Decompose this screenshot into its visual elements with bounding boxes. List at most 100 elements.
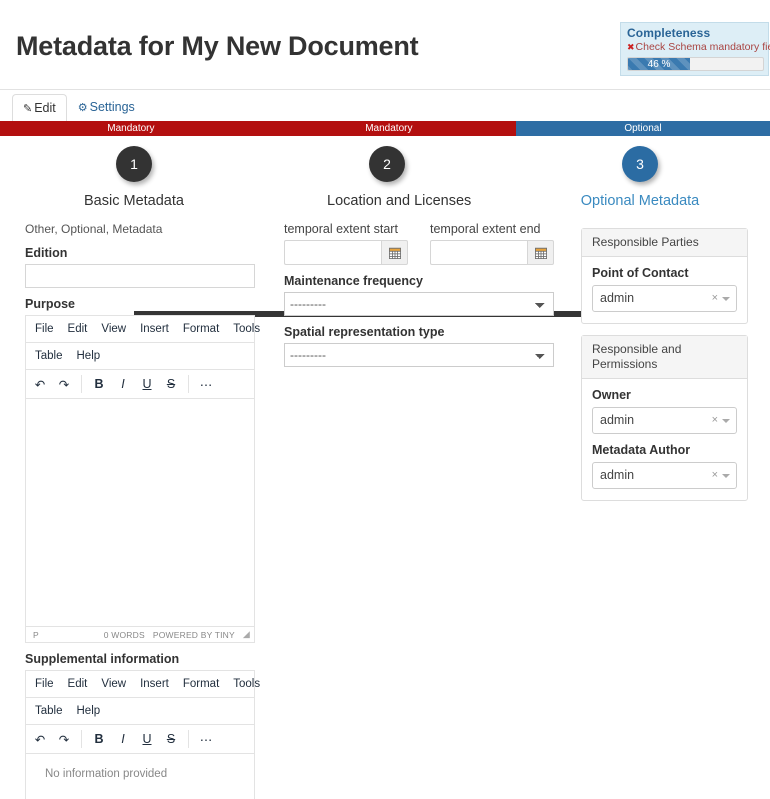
left-form-column: Other, Optional, Metadata Edition Purpos… <box>25 222 260 799</box>
strikethrough-icon-2[interactable]: S <box>159 728 183 750</box>
spatial-representation-type-select[interactable]: --------- <box>284 343 554 367</box>
temporal-extent-start-label: temporal extent start <box>284 222 398 236</box>
strikethrough-icon[interactable]: S <box>159 373 183 395</box>
point-of-contact-label: Point of Contact <box>592 266 689 280</box>
chevron-down-icon-author[interactable] <box>722 474 730 478</box>
menu-table-2[interactable]: Table <box>28 700 70 722</box>
purpose-label: Purpose <box>25 297 76 311</box>
more-options-icon[interactable]: ⋯ <box>194 373 218 395</box>
menu-insert[interactable]: Insert <box>133 318 176 340</box>
menu-tools-2[interactable]: Tools <box>226 673 267 695</box>
editor2-menubar: File Edit View Insert Format Tools <box>26 671 260 698</box>
editor-status-bar: P 0 WORDS POWERED BY TINY ◢ <box>26 626 254 642</box>
menu-format-2[interactable]: Format <box>176 673 226 695</box>
responsible-and-permissions-card-title: Responsible and Permissions <box>582 336 747 379</box>
editor-word-count: 0 WORDS <box>103 629 145 640</box>
strip-segment-mandatory-1: Mandatory <box>0 121 262 136</box>
responsible-and-permissions-card: Responsible and Permissions Owner admin … <box>581 335 748 501</box>
supplemental-rich-text-editor[interactable]: File Edit View Insert Format Tools Table… <box>25 670 260 799</box>
calendar-icon-2[interactable] <box>527 240 554 265</box>
toolbar2-divider-2 <box>188 730 189 748</box>
tab-bar: ✎ Edit ⚙ Settings <box>12 93 146 124</box>
completeness-panel: Completeness ✖Check Schema mandatory fie… <box>620 22 770 76</box>
menu-edit[interactable]: Edit <box>61 318 95 340</box>
edition-input[interactable] <box>25 264 255 288</box>
redo-icon-2[interactable]: ↷ <box>52 728 76 750</box>
editor-resize-handle[interactable]: ◢ <box>243 629 250 640</box>
menu-view[interactable]: View <box>94 318 133 340</box>
chevron-down-icon[interactable] <box>722 297 730 301</box>
editor-menubar-second: Table Help <box>26 343 254 370</box>
metadata-author-value: admin <box>600 468 635 482</box>
menu-view-2[interactable]: View <box>94 673 133 695</box>
owner-select[interactable]: admin × <box>592 407 737 434</box>
step-2-circle[interactable]: 2 <box>369 146 405 182</box>
clear-icon-author[interactable]: × <box>712 463 718 488</box>
menu-help-2[interactable]: Help <box>70 700 108 722</box>
temporal-extent-end-input[interactable] <box>430 240 527 265</box>
point-of-contact-select[interactable]: admin × <box>592 285 737 312</box>
responsible-parties-card: Responsible Parties Point of Contact adm… <box>581 228 748 324</box>
purpose-rich-text-editor[interactable]: File Edit View Insert Format Tools Table… <box>25 315 260 643</box>
redo-icon[interactable]: ↷ <box>52 373 76 395</box>
editor-status-right: 0 WORDS POWERED BY TINY ◢ <box>104 629 250 640</box>
menu-tools[interactable]: Tools <box>226 318 267 340</box>
check-schema-mandatory-fields-link[interactable]: ✖Check Schema mandatory fields <box>627 41 770 54</box>
italic-icon[interactable]: I <box>111 373 135 395</box>
responsible-parties-card-body: Point of Contact admin × <box>582 257 747 323</box>
check-schema-label: Check Schema mandatory fields <box>635 41 770 53</box>
point-of-contact-value: admin <box>600 291 635 305</box>
tab-settings-label: Settings <box>89 100 135 114</box>
metadata-author-label: Metadata Author <box>592 443 691 457</box>
supplemental-editor-body[interactable]: No information provided <box>26 754 254 799</box>
editor2-menubar-row-1: File Edit View Insert Format Tools <box>28 673 260 695</box>
more-options-icon-2[interactable]: ⋯ <box>194 728 218 750</box>
wizard-step-3[interactable]: 3 Optional Metadata <box>580 146 700 209</box>
menu-format[interactable]: Format <box>176 318 226 340</box>
metadata-author-select[interactable]: admin × <box>592 462 737 489</box>
bold-icon[interactable]: B <box>87 373 111 395</box>
owner-value: admin <box>600 413 635 427</box>
undo-icon-2[interactable]: ↶ <box>28 728 52 750</box>
toolbar-divider-2 <box>188 375 189 393</box>
underline-icon-2[interactable]: U <box>135 728 159 750</box>
maintenance-frequency-select[interactable]: --------- <box>284 292 554 316</box>
editor-menubar-row-1: File Edit View Insert Format Tools <box>28 318 260 340</box>
supplemental-field-group: Supplemental information File Edit View … <box>25 652 260 799</box>
chevron-down-icon-owner[interactable] <box>722 419 730 423</box>
temporal-start-input-group <box>284 240 408 265</box>
wizard-step-1[interactable]: 1 Basic Metadata <box>74 146 194 209</box>
clear-icon-owner[interactable]: × <box>712 408 718 433</box>
undo-icon[interactable]: ↶ <box>28 373 52 395</box>
metadata-editor-page: Completeness ✖Check Schema mandatory fie… <box>0 0 770 799</box>
step-1-circle[interactable]: 1 <box>116 146 152 182</box>
page-title: Metadata for My New Document <box>16 31 419 61</box>
strip-segment-optional: Optional <box>515 121 770 136</box>
wizard-step-2[interactable]: 2 Location and Licenses <box>327 146 471 209</box>
underline-icon[interactable]: U <box>135 373 159 395</box>
supplemental-information-label: Supplemental information <box>25 652 180 666</box>
menu-edit-2[interactable]: Edit <box>61 673 95 695</box>
completeness-progress-bar: 46 % <box>628 58 691 70</box>
temporal-end-input-group <box>430 240 554 265</box>
menu-help[interactable]: Help <box>70 345 108 367</box>
clear-icon[interactable]: × <box>712 286 718 311</box>
editor2-menubar-row-2: Table Help <box>28 700 252 722</box>
maintenance-frequency-group: Maintenance frequency --------- <box>284 274 554 316</box>
menu-insert-2[interactable]: Insert <box>133 673 176 695</box>
bold-icon-2[interactable]: B <box>87 728 111 750</box>
purpose-editor-body[interactable] <box>26 399 254 626</box>
pencil-icon: ✎ <box>23 103 33 115</box>
gear-icon: ⚙ <box>77 102 88 114</box>
menu-file[interactable]: File <box>28 318 61 340</box>
menu-table[interactable]: Table <box>28 345 70 367</box>
tab-edit[interactable]: ✎ Edit <box>12 94 67 124</box>
calendar-icon[interactable] <box>381 240 408 265</box>
menu-file-2[interactable]: File <box>28 673 61 695</box>
italic-icon-2[interactable]: I <box>111 728 135 750</box>
temporal-extent-start-input[interactable] <box>284 240 381 265</box>
tab-settings[interactable]: ⚙ Settings <box>67 93 146 123</box>
owner-label: Owner <box>592 388 631 402</box>
step-3-circle[interactable]: 3 <box>622 146 658 182</box>
temporal-extent-end-label: temporal extent end <box>430 222 541 236</box>
